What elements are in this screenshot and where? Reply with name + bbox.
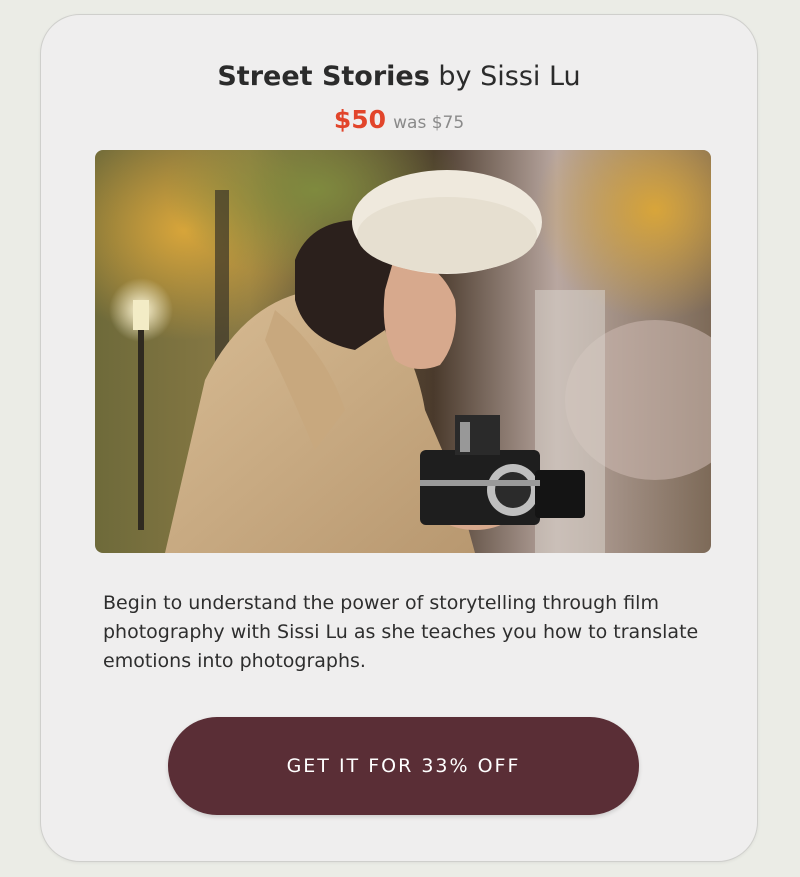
product-title-line: Street Stories by Sissi Lu — [41, 59, 757, 95]
product-description: Begin to understand the power of storyte… — [103, 592, 699, 672]
original-price: was $75 — [393, 113, 465, 133]
current-price: $50 — [333, 105, 387, 134]
product-title: Street Stories — [217, 61, 430, 92]
product-byline: by Sissi Lu — [438, 61, 581, 92]
product-photo — [95, 150, 711, 553]
get-discount-button[interactable]: GET IT FOR 33% OFF — [168, 717, 639, 815]
product-card: Street Stories by Sissi Lu $50 was $75 B… — [40, 14, 758, 862]
price-line: $50 was $75 — [41, 104, 757, 139]
